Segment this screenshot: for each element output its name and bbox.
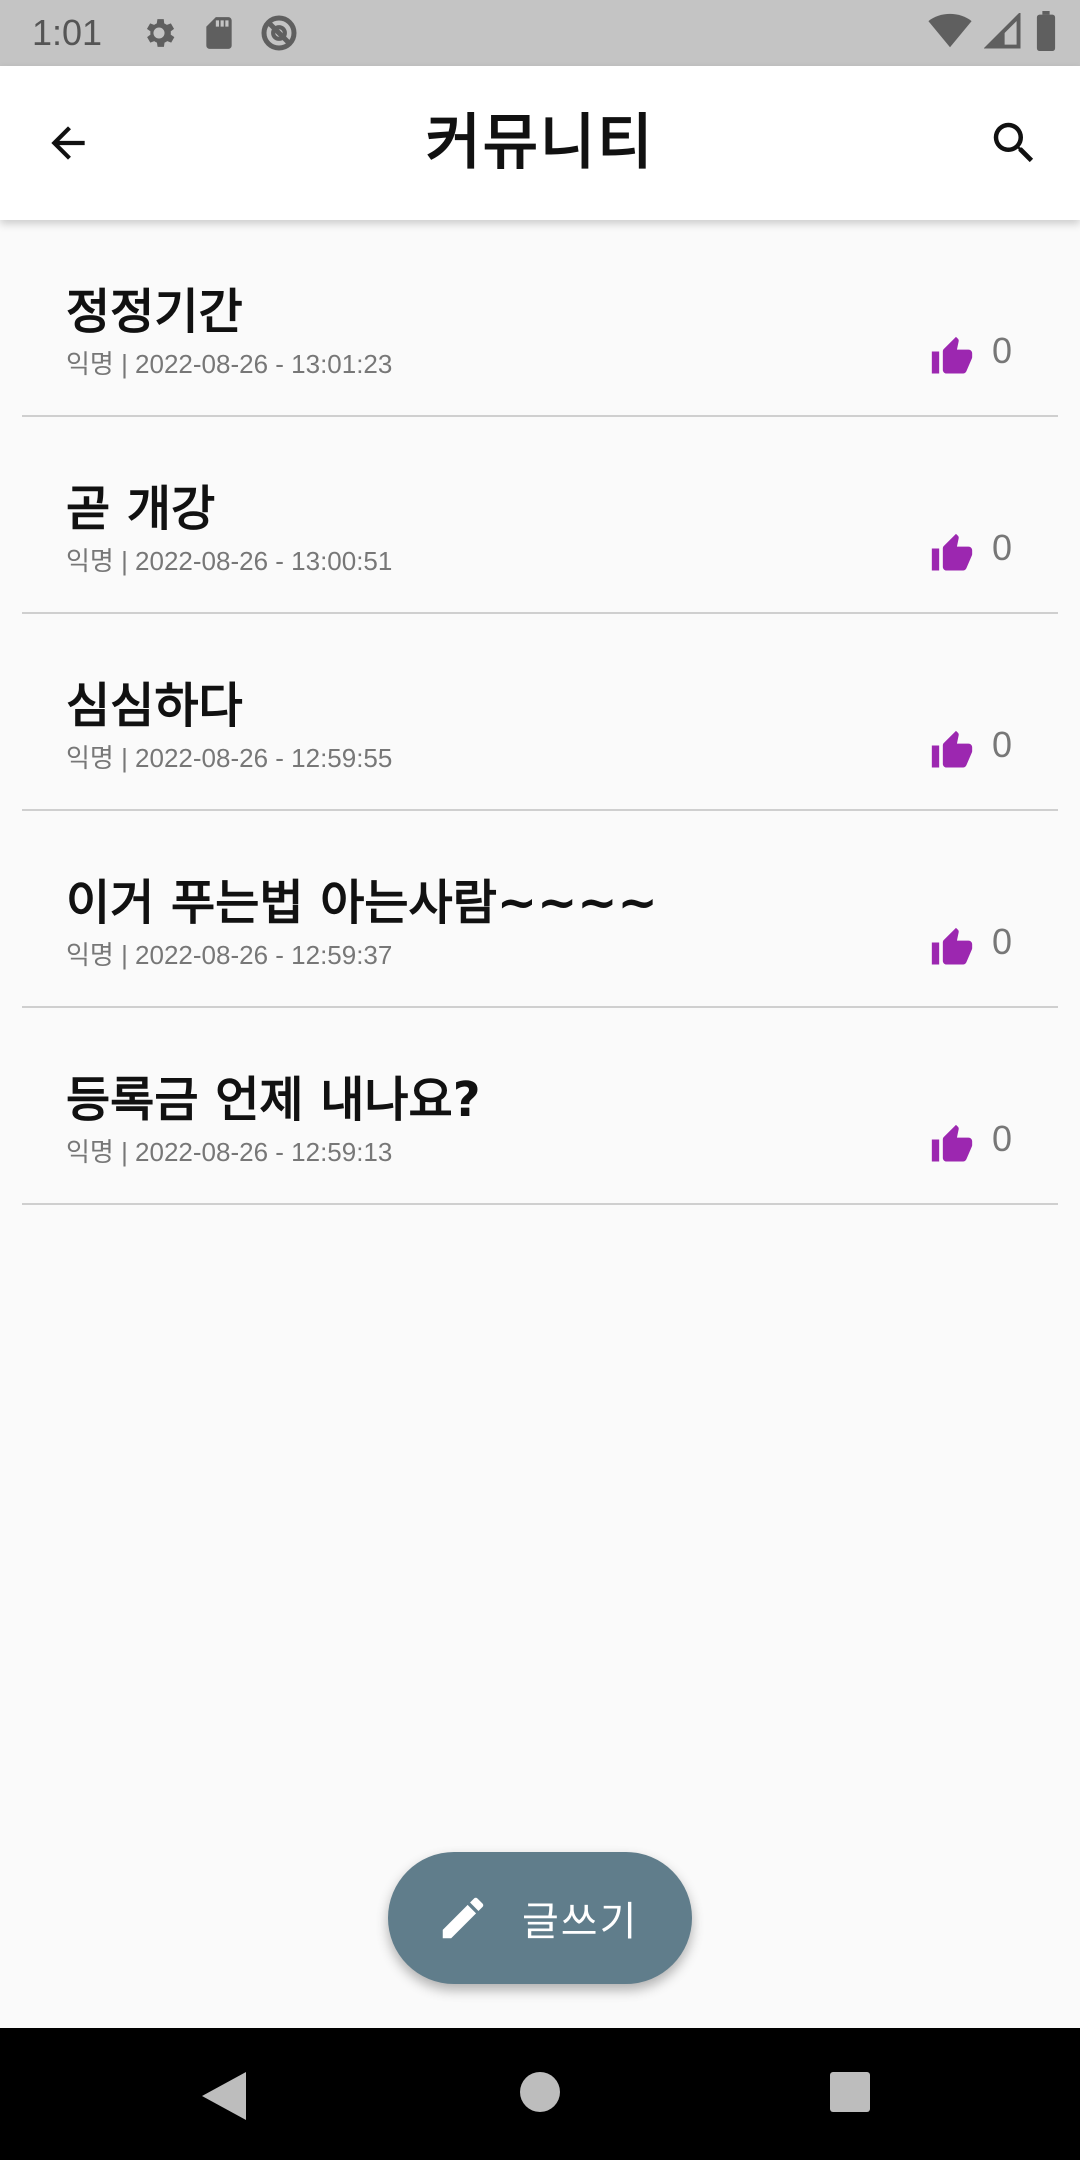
status-time: 1:01 <box>32 12 103 53</box>
thumb-up-icon <box>931 730 973 768</box>
post-meta: 익명 | 2022-08-26 - 13:01:23 <box>66 349 393 379</box>
like-count: 0 <box>992 921 1013 962</box>
navigation-bar <box>0 2028 1080 2160</box>
post-item[interactable]: 정정기간 익명 | 2022-08-26 - 13:01:23 0 <box>22 220 1058 417</box>
like-count: 0 <box>992 527 1013 568</box>
page-title: 커뮤니티 <box>425 108 655 178</box>
write-post-button[interactable]: 글쓰기 <box>388 1852 692 1984</box>
status-bar: 1:01 <box>0 0 1080 66</box>
like-count: 0 <box>992 1118 1013 1159</box>
post-title: 심심하다 <box>66 678 243 734</box>
post-title: 정정기간 <box>66 284 243 340</box>
search-button[interactable] <box>982 111 1046 175</box>
post-title: 등록금 언제 내나요? <box>66 1072 481 1128</box>
status-right-icons <box>928 11 1058 55</box>
post-list: 정정기간 익명 | 2022-08-26 - 13:01:23 0 곧 개강 익… <box>22 220 1058 1205</box>
sd-card-icon <box>198 12 240 54</box>
thumb-up-icon <box>931 927 973 965</box>
post-meta: 익명 | 2022-08-26 - 12:59:55 <box>66 743 393 773</box>
thumb-up-icon <box>931 533 973 571</box>
app-bar: 커뮤니티 <box>0 66 1080 220</box>
thumb-up-icon <box>931 336 973 374</box>
post-title: 이거 푸는법 아는사람~~~~ <box>66 875 658 931</box>
nav-recents-icon[interactable] <box>830 2072 870 2112</box>
battery-icon <box>1034 11 1058 55</box>
post-meta: 익명 | 2022-08-26 - 12:59:37 <box>66 940 393 970</box>
signal-icon <box>983 11 1022 53</box>
post-meta: 익명 | 2022-08-26 - 13:00:51 <box>66 546 393 576</box>
screen: 1:01 커뮤니티 정정기간 익명 | 2022-08-26 - 13:01:2… <box>0 0 1080 2160</box>
post-title: 곧 개강 <box>66 481 216 537</box>
like-count: 0 <box>992 724 1013 765</box>
like-count: 0 <box>992 330 1013 371</box>
post-item[interactable]: 심심하다 익명 | 2022-08-26 - 12:59:55 0 <box>22 614 1058 811</box>
pencil-icon <box>442 1897 484 1939</box>
post-meta: 익명 | 2022-08-26 - 12:59:13 <box>66 1137 393 1167</box>
post-item[interactable]: 이거 푸는법 아는사람~~~~ 익명 | 2022-08-26 - 12:59:… <box>22 811 1058 1008</box>
write-post-label: 글쓰기 <box>522 1899 639 1945</box>
thumb-up-icon <box>931 1124 973 1162</box>
sync-disabled-icon <box>258 12 300 54</box>
post-item[interactable]: 곧 개강 익명 | 2022-08-26 - 13:00:51 0 <box>22 417 1058 614</box>
post-item[interactable]: 등록금 언제 내나요? 익명 | 2022-08-26 - 12:59:13 0 <box>22 1008 1058 1205</box>
wifi-icon <box>928 13 972 53</box>
nav-home-icon[interactable] <box>520 2072 560 2112</box>
nav-back-icon[interactable] <box>202 2072 246 2120</box>
settings-icon <box>138 12 180 54</box>
search-icon <box>993 122 1034 163</box>
